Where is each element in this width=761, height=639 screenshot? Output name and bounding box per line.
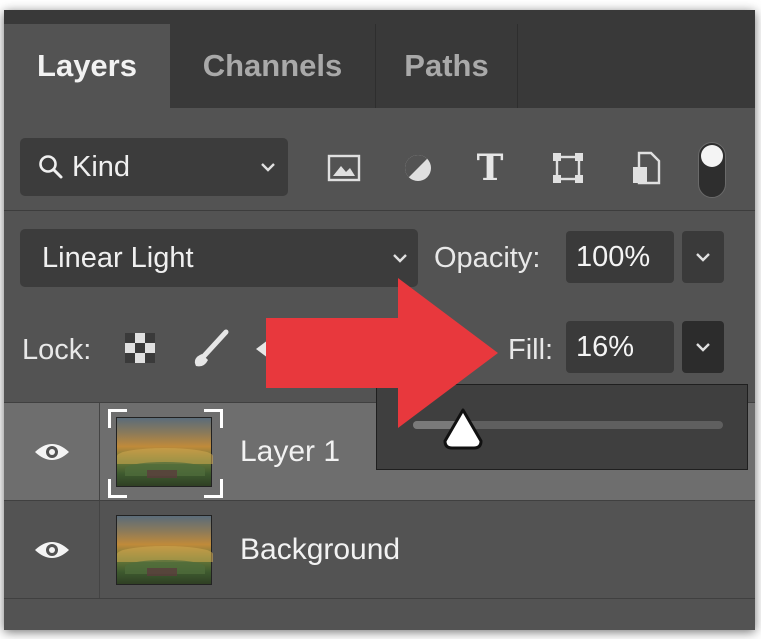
visibility-toggle[interactable] [4,501,100,599]
layer-name: Background [240,533,401,566]
chevron-down-icon [696,253,710,262]
tab-layers[interactable]: Layers [4,24,170,108]
type-filter-icon[interactable]: T [470,147,510,189]
opacity-label: Opacity: [434,242,541,274]
chevron-down-icon [393,254,407,263]
opacity-dropdown-button[interactable] [682,231,724,283]
eye-icon [34,444,69,460]
selection-corner [204,409,223,428]
opacity-input[interactable]: 100% [566,231,674,283]
filter-toggle[interactable] [698,142,726,198]
adjustment-filter-icon[interactable] [398,148,438,188]
fill-input[interactable]: 16% [566,321,674,373]
filter-toggle-knob [701,145,723,167]
annotation-arrow-icon [266,278,498,428]
shape-filter-icon[interactable] [548,148,588,188]
lock-label: Lock: [22,334,92,366]
visibility-toggle[interactable] [4,403,100,501]
chevron-down-icon [261,163,275,172]
divider [4,210,755,211]
fill-label: Fill: [508,334,554,366]
smart-object-filter-icon[interactable] [626,148,666,188]
filter-kind-label: Kind [72,150,131,183]
filter-kind-dropdown[interactable]: Kind [20,138,288,196]
layer-row-background[interactable]: Background [4,500,755,599]
tab-paths[interactable]: Paths [376,24,518,108]
chevron-down-icon [696,343,710,352]
tab-channels[interactable]: Channels [170,24,376,108]
selection-corner [108,479,127,498]
lock-transparency-icon[interactable] [124,332,156,364]
fill-dropdown-button[interactable] [682,321,724,373]
blend-mode-value: Linear Light [42,241,194,274]
layer-thumbnail [116,515,213,585]
type-filter-glyph: T [476,147,504,189]
empty-layer-area [4,598,755,630]
image-filter-icon[interactable] [324,148,364,188]
selection-corner [108,409,127,428]
eye-icon [34,542,69,558]
search-icon [39,155,63,179]
layer-thumbnail [116,417,213,487]
selection-corner [204,479,223,498]
layers-panel: Layers Channels Paths Kind T Linear Ligh… [4,10,755,630]
panel-tab-bar: Layers Channels Paths [4,10,755,108]
lock-paint-brush-icon[interactable] [190,328,230,370]
